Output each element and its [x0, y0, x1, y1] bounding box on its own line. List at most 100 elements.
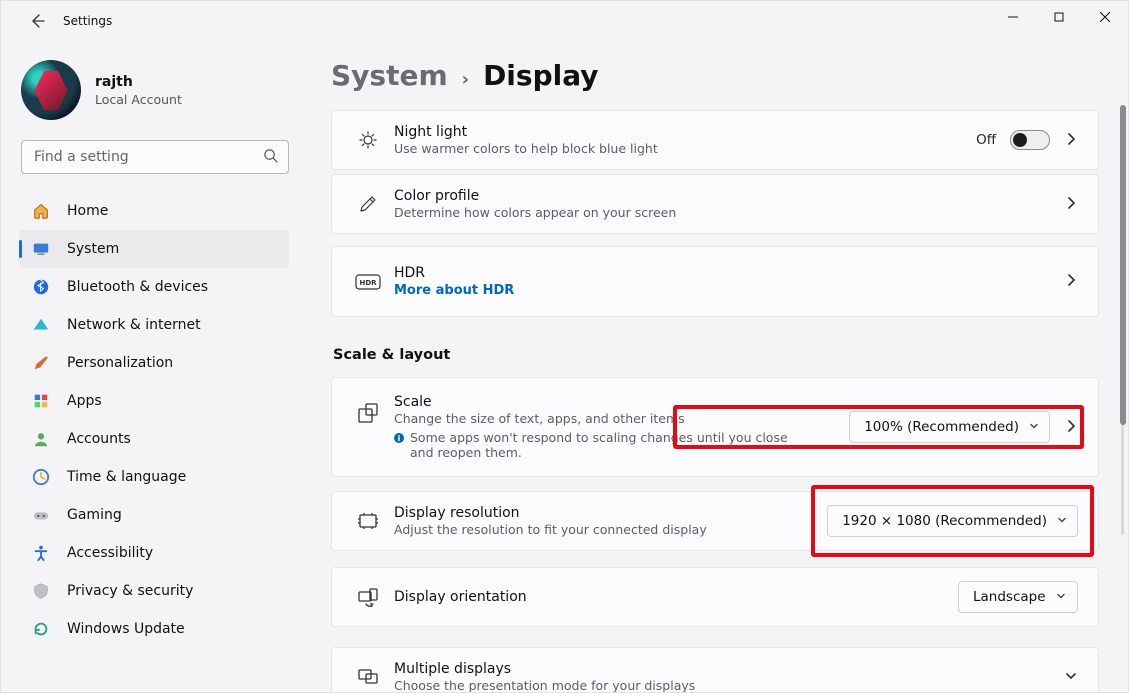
nav-label: Personalization: [67, 355, 173, 371]
sidebar-item-apps[interactable]: Apps: [19, 382, 289, 420]
sidebar-item-network[interactable]: Network & internet: [19, 306, 289, 344]
card-title: Display orientation: [394, 589, 958, 605]
breadcrumb-current: Display: [483, 59, 598, 92]
info-icon: [394, 433, 404, 443]
chevron-right-icon[interactable]: [1064, 131, 1078, 150]
nav-list: Home System Bluetooth & devices Network …: [19, 192, 289, 648]
sidebar-item-home[interactable]: Home: [19, 192, 289, 230]
sidebar: rajth Local Account Home: [1, 41, 301, 692]
nav-label: System: [67, 241, 119, 257]
card-subtitle: Change the size of text, apps, and other…: [394, 411, 849, 426]
card-subtitle: Determine how colors appear on your scre…: [394, 205, 1064, 220]
orientation-icon: [348, 586, 388, 608]
resolution-select[interactable]: 1920 × 1080 (Recommended): [827, 505, 1078, 537]
card-title: Multiple displays: [394, 661, 1064, 677]
system-icon: [31, 239, 51, 259]
card-scale[interactable]: Scale Change the size of text, apps, and…: [331, 377, 1099, 477]
svg-text:HDR: HDR: [359, 279, 377, 287]
search-box[interactable]: [21, 140, 289, 174]
apps-icon: [31, 391, 51, 411]
user-block[interactable]: rajth Local Account: [21, 60, 291, 120]
breadcrumb-parent[interactable]: System: [331, 59, 448, 92]
titlebar: Settings: [1, 1, 1128, 41]
card-subtitle: Adjust the resolution to fit your connec…: [394, 522, 827, 537]
avatar: [21, 60, 81, 120]
night-light-icon: [348, 130, 388, 150]
orientation-select[interactable]: Landscape: [958, 581, 1078, 613]
hdr-icon: HDR: [348, 274, 388, 290]
nav-label: Bluetooth & devices: [67, 279, 208, 295]
hdr-more-link[interactable]: More about HDR: [394, 283, 1064, 298]
sidebar-item-accounts[interactable]: Accounts: [19, 420, 289, 458]
card-title: Display resolution: [394, 505, 827, 521]
card-title: Color profile: [394, 188, 1064, 204]
multiple-displays-icon: [348, 666, 388, 688]
card-multiple-displays[interactable]: Multiple displays Choose the presentatio…: [331, 647, 1099, 692]
wifi-icon: [31, 315, 51, 335]
card-night-light[interactable]: Night light Use warmer colors to help bl…: [331, 110, 1099, 170]
orientation-value: Landscape: [973, 589, 1046, 605]
chevron-down-icon: [1029, 419, 1039, 435]
sidebar-item-accessibility[interactable]: Accessibility: [19, 534, 289, 572]
sidebar-item-personalization[interactable]: Personalization: [19, 344, 289, 382]
scale-value: 100% (Recommended): [864, 419, 1019, 435]
chevron-right-icon[interactable]: [1064, 195, 1078, 214]
back-button[interactable]: [25, 9, 49, 33]
toggle-state: Off: [976, 132, 996, 148]
window-controls: [990, 1, 1128, 33]
nav-label: Apps: [67, 393, 102, 409]
scale-note: Some apps won't respond to scaling chang…: [394, 430, 814, 460]
home-icon: [31, 201, 51, 221]
card-title: HDR: [394, 265, 1064, 281]
shield-icon: [31, 581, 51, 601]
person-icon: [31, 429, 51, 449]
card-title: Night light: [394, 124, 976, 140]
scale-note-text: Some apps won't respond to scaling chang…: [410, 430, 814, 460]
user-account-type: Local Account: [95, 92, 182, 107]
scale-icon: [348, 394, 388, 424]
minimize-button[interactable]: [990, 1, 1036, 33]
sidebar-item-privacy[interactable]: Privacy & security: [19, 572, 289, 610]
sidebar-item-system[interactable]: System: [19, 230, 289, 268]
card-orientation[interactable]: Display orientation Landscape: [331, 567, 1099, 627]
card-subtitle: Use warmer colors to help block blue lig…: [394, 141, 976, 156]
nav-label: Windows Update: [67, 621, 185, 637]
globe-clock-icon: [31, 467, 51, 487]
chevron-right-icon[interactable]: [1064, 272, 1078, 291]
card-resolution[interactable]: Display resolution Adjust the resolution…: [331, 491, 1099, 551]
card-subtitle: Choose the presentation mode for your di…: [394, 678, 1064, 692]
chevron-down-icon[interactable]: [1064, 668, 1078, 687]
sidebar-item-bluetooth[interactable]: Bluetooth & devices: [19, 268, 289, 306]
nav-label: Accessibility: [67, 545, 153, 561]
bluetooth-icon: [31, 277, 51, 297]
scrollbar-thumb[interactable]: [1120, 105, 1126, 425]
sidebar-item-update[interactable]: Windows Update: [19, 610, 289, 648]
night-light-toggle[interactable]: [1010, 130, 1050, 150]
chevron-right-icon[interactable]: [1064, 418, 1078, 437]
resolution-value: 1920 × 1080 (Recommended): [842, 513, 1047, 529]
resolution-icon: [348, 510, 388, 532]
paintbrush-icon: [31, 353, 51, 373]
window-title: Settings: [63, 14, 112, 28]
nav-label: Gaming: [67, 507, 122, 523]
chevron-down-icon: [1057, 513, 1067, 529]
accessibility-icon: [31, 543, 51, 563]
card-color-profile[interactable]: Color profile Determine how colors appea…: [331, 174, 1099, 234]
sidebar-item-gaming[interactable]: Gaming: [19, 496, 289, 534]
main-content: System › Display Night light Use warmer …: [301, 41, 1128, 692]
scale-select[interactable]: 100% (Recommended): [849, 411, 1050, 443]
search-icon: [263, 148, 278, 167]
nav-label: Accounts: [67, 431, 131, 447]
breadcrumb: System › Display: [331, 59, 1128, 92]
card-hdr[interactable]: HDR HDR More about HDR: [331, 246, 1099, 317]
update-icon: [31, 619, 51, 639]
section-scale-layout: Scale & layout: [333, 347, 1099, 363]
chevron-right-icon: ›: [462, 69, 469, 90]
nav-label: Time & language: [67, 469, 186, 485]
nav-label: Home: [67, 203, 108, 219]
close-button[interactable]: [1082, 1, 1128, 33]
nav-label: Network & internet: [67, 317, 201, 333]
search-input[interactable]: [32, 148, 263, 166]
maximize-button[interactable]: [1036, 1, 1082, 33]
sidebar-item-time[interactable]: Time & language: [19, 458, 289, 496]
